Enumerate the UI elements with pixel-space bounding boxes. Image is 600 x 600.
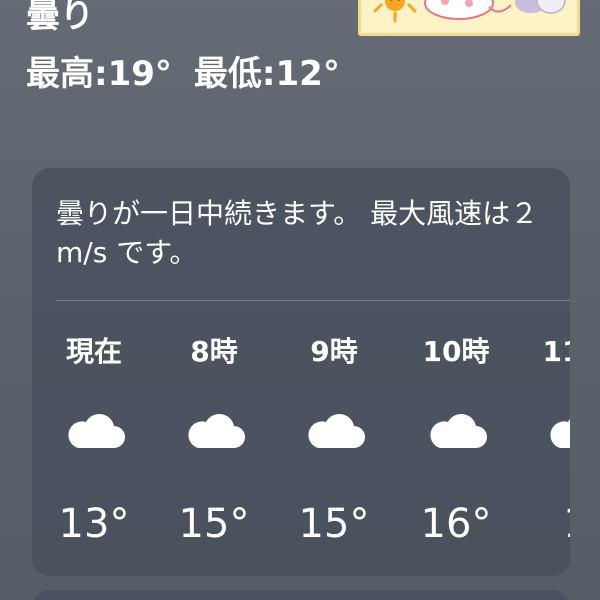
- low-temp: 最低:12°: [193, 54, 340, 94]
- hourly-forecast-card: 曇りが一日中続きます。 最大風速は２ m/s です。 現在 13° 8時 15°…: [32, 168, 570, 576]
- cloud-icon: [308, 413, 365, 448]
- hour-temp: 1: [526, 500, 570, 548]
- hour-temp: 16°: [420, 501, 492, 547]
- cloud-icon: [188, 413, 245, 448]
- next-forecast-card: [32, 590, 570, 600]
- hour-label: 11時: [542, 335, 570, 368]
- hour-item: 8時 15°: [164, 332, 264, 562]
- sticker-art-icon: [373, 0, 566, 23]
- cloud-icon: [550, 419, 570, 448]
- hour-label: 8時: [190, 335, 238, 368]
- hourly-forecast-list[interactable]: 現在 13° 8時 15° 9時 15° 10時 16° 1: [32, 332, 570, 562]
- hour-temp: 13°: [58, 501, 130, 547]
- hour-item: 9時 15°: [284, 332, 384, 562]
- high-low-temps: 最高:19° 最低:12°: [26, 52, 340, 96]
- sticker-image: [358, 0, 580, 36]
- divider: [56, 300, 570, 301]
- high-temp: 最高:19°: [26, 54, 172, 94]
- cloud-icon: [68, 413, 125, 448]
- hour-temp: 15°: [178, 501, 250, 547]
- hour-temp: 15°: [298, 501, 370, 547]
- hour-item: 現在 13°: [44, 332, 144, 562]
- hour-label: 10時: [422, 335, 490, 368]
- hour-item: 10時 16°: [406, 332, 506, 562]
- forecast-summary: 曇りが一日中続きます。 最大風速は２ m/s です。: [56, 197, 539, 269]
- weather-condition: 曇り: [26, 0, 94, 36]
- hour-item: 11時 1: [526, 332, 570, 562]
- hour-label: 現在: [65, 335, 122, 368]
- hour-label: 9時: [310, 335, 358, 368]
- cloud-icon: [430, 413, 487, 448]
